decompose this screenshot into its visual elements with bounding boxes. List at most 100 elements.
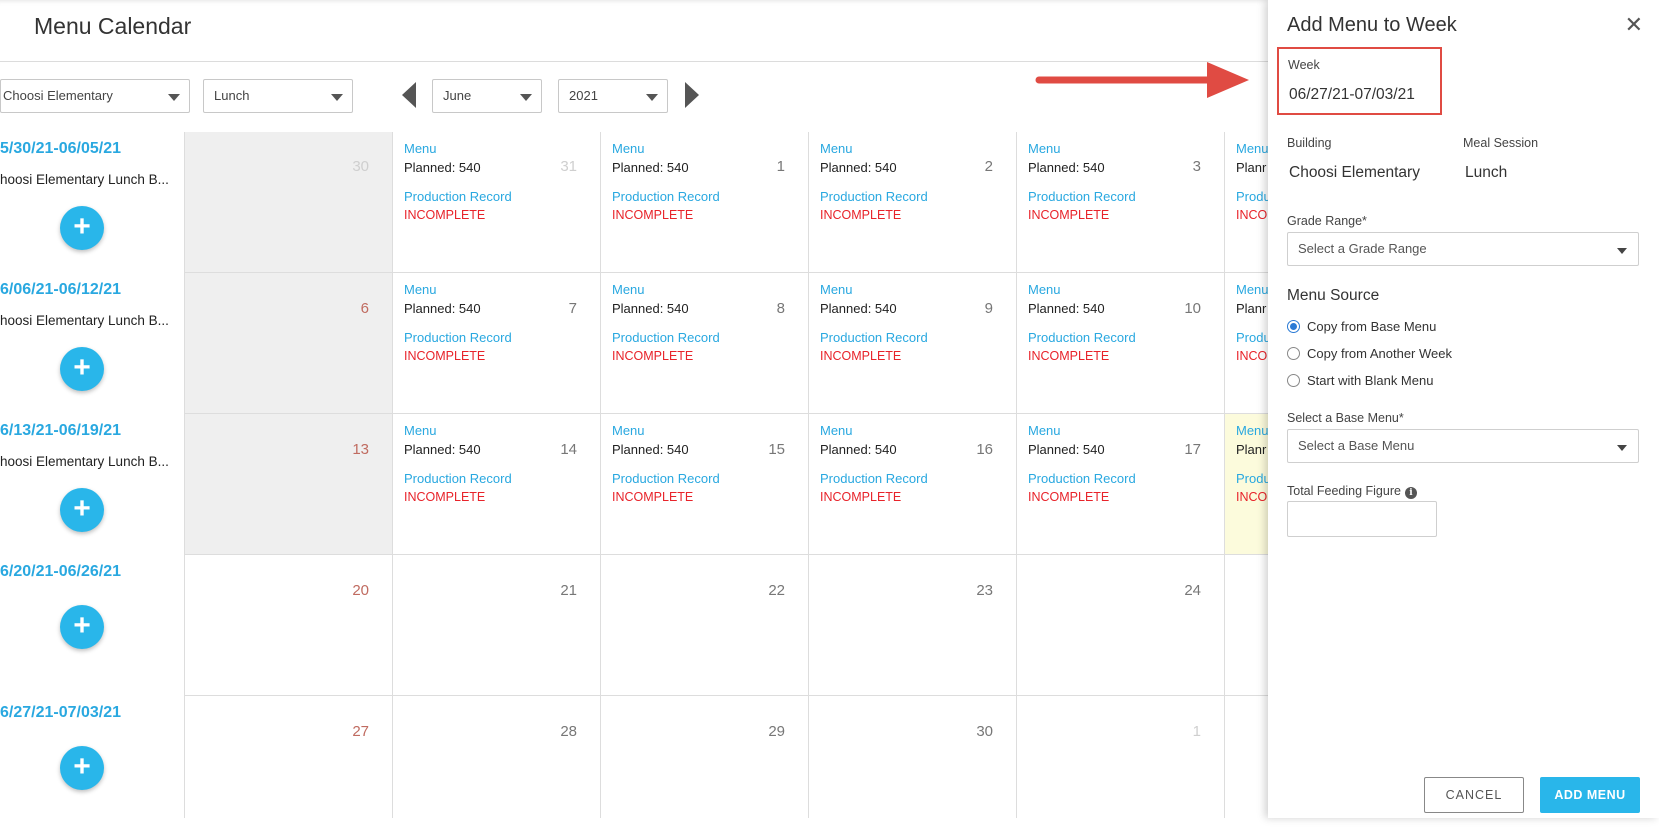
- radio-copy-base-menu[interactable]: Copy from Base Menu: [1287, 319, 1436, 334]
- status-incomplete: INCO: [1236, 208, 1268, 222]
- meal-session-select[interactable]: Lunch: [203, 79, 353, 113]
- calendar-cell[interactable]: 15 Menu Planned: 540 Production Record I…: [601, 414, 809, 555]
- calendar-cell[interactable]: 6: [185, 273, 393, 414]
- production-record-link[interactable]: Production Record: [820, 189, 928, 204]
- calendar-cell[interactable]: 30: [809, 696, 1017, 818]
- calendar-cell[interactable]: 23: [809, 555, 1017, 696]
- planned-count: Planned: 540: [820, 301, 897, 316]
- month-select[interactable]: June: [432, 79, 542, 113]
- calendar-cell[interactable]: 1: [1017, 696, 1225, 818]
- calendar-cell[interactable]: [1225, 555, 1269, 696]
- status-incomplete: INCOMPLETE: [612, 208, 694, 222]
- production-record-link[interactable]: Production Record: [404, 471, 512, 486]
- calendar-cell[interactable]: 10 Menu Planned: 540 Production Record I…: [1017, 273, 1225, 414]
- cancel-button[interactable]: CANCEL: [1424, 777, 1524, 813]
- menu-link[interactable]: Menu: [612, 141, 645, 156]
- close-icon[interactable]: ✕: [1625, 12, 1643, 38]
- calendar-cell[interactable]: 21: [393, 555, 601, 696]
- menu-link[interactable]: Menu: [820, 423, 853, 438]
- calendar-cell-today[interactable]: Menu Planr Produ INCO: [1225, 414, 1269, 555]
- menu-link[interactable]: Menu: [1028, 423, 1061, 438]
- production-record-link[interactable]: Production Record: [612, 471, 720, 486]
- radio-copy-another-week[interactable]: Copy from Another Week: [1287, 346, 1452, 361]
- radio-unselected-icon[interactable]: [1287, 347, 1300, 360]
- add-menu-button[interactable]: ADD MENU: [1540, 777, 1640, 813]
- menu-link[interactable]: Menu: [404, 423, 437, 438]
- week-label[interactable]: 5/30/21-06/05/21: [0, 140, 121, 158]
- production-record-link[interactable]: Produ: [1236, 189, 1269, 204]
- chevron-down-icon: [1617, 445, 1627, 451]
- calendar-cell[interactable]: 2 Menu Planned: 540 Production Record IN…: [809, 132, 1017, 273]
- planned-count: Planned: 540: [612, 301, 689, 316]
- production-record-link[interactable]: Production Record: [820, 471, 928, 486]
- production-record-link[interactable]: Production Record: [612, 330, 720, 345]
- add-menu-week-button[interactable]: +: [60, 605, 104, 649]
- menu-link[interactable]: Menu: [1028, 282, 1061, 297]
- calendar-cell[interactable]: 27: [185, 696, 393, 818]
- production-record-link[interactable]: Produ: [1236, 330, 1269, 345]
- calendar-cell[interactable]: Menu Planr Produ INCO: [1225, 273, 1269, 414]
- info-icon[interactable]: i: [1404, 487, 1417, 499]
- calendar-grid: 30 31 Menu Planned: 540 Production Recor…: [184, 132, 1269, 818]
- calendar-cell[interactable]: Menu Planr Produ INCO: [1225, 132, 1269, 273]
- calendar-cell[interactable]: 17 Menu Planned: 540 Production Record I…: [1017, 414, 1225, 555]
- week-menu-name[interactable]: hoosi Elementary Lunch B...: [0, 454, 169, 469]
- menu-link[interactable]: Menu: [1236, 141, 1269, 156]
- menu-link[interactable]: Menu: [612, 423, 645, 438]
- building-select[interactable]: Choosi Elementary: [0, 79, 190, 113]
- production-record-link[interactable]: Production Record: [404, 330, 512, 345]
- calendar-cell[interactable]: 20: [185, 555, 393, 696]
- calendar-cell[interactable]: 30: [185, 132, 393, 273]
- add-menu-week-button[interactable]: +: [60, 206, 104, 250]
- calendar-cell[interactable]: 9 Menu Planned: 540 Production Record IN…: [809, 273, 1017, 414]
- previous-month-icon[interactable]: [402, 82, 416, 108]
- menu-link[interactable]: Menu: [612, 282, 645, 297]
- calendar-cell[interactable]: 16 Menu Planned: 540 Production Record I…: [809, 414, 1017, 555]
- week-label[interactable]: 6/06/21-06/12/21: [0, 281, 121, 299]
- week-label[interactable]: 6/20/21-06/26/21: [0, 563, 121, 581]
- calendar-cell[interactable]: 14 Menu Planned: 540 Production Record I…: [393, 414, 601, 555]
- calendar-cell[interactable]: 8 Menu Planned: 540 Production Record IN…: [601, 273, 809, 414]
- production-record-link[interactable]: Production Record: [1028, 189, 1136, 204]
- production-record-link[interactable]: Production Record: [1028, 471, 1136, 486]
- radio-unselected-icon[interactable]: [1287, 374, 1300, 387]
- calendar-cell[interactable]: 7 Menu Planned: 540 Production Record IN…: [393, 273, 601, 414]
- radio-blank-menu[interactable]: Start with Blank Menu: [1287, 373, 1433, 388]
- menu-link[interactable]: Menu: [820, 282, 853, 297]
- menu-link[interactable]: Menu: [1236, 423, 1269, 438]
- week-label[interactable]: 6/13/21-06/19/21: [0, 422, 121, 440]
- calendar-cell[interactable]: 31 Menu Planned: 540 Production Record I…: [393, 132, 601, 273]
- week-row: 6/27/21-07/03/21 +: [0, 696, 184, 836]
- production-record-link[interactable]: Production Record: [820, 330, 928, 345]
- radio-selected-icon[interactable]: [1287, 320, 1300, 333]
- base-menu-select[interactable]: Select a Base Menu: [1287, 429, 1639, 463]
- week-label[interactable]: 6/27/21-07/03/21: [0, 704, 121, 722]
- add-menu-week-button[interactable]: +: [60, 488, 104, 532]
- production-record-link[interactable]: Production Record: [612, 189, 720, 204]
- week-menu-name[interactable]: hoosi Elementary Lunch B...: [0, 172, 169, 187]
- week-menu-name[interactable]: hoosi Elementary Lunch B...: [0, 313, 169, 328]
- production-record-link[interactable]: Production Record: [404, 189, 512, 204]
- menu-link[interactable]: Menu: [820, 141, 853, 156]
- menu-link[interactable]: Menu: [404, 282, 437, 297]
- menu-link[interactable]: Menu: [404, 141, 437, 156]
- calendar-cell[interactable]: 28: [393, 696, 601, 818]
- calendar-cell[interactable]: 3 Menu Planned: 540 Production Record IN…: [1017, 132, 1225, 273]
- next-month-icon[interactable]: [685, 82, 699, 108]
- menu-link[interactable]: Menu: [1028, 141, 1061, 156]
- add-menu-week-button[interactable]: +: [60, 746, 104, 790]
- production-record-link[interactable]: Produ: [1236, 471, 1269, 486]
- calendar-cell[interactable]: 29: [601, 696, 809, 818]
- add-menu-week-button[interactable]: +: [60, 347, 104, 391]
- day-number: 15: [768, 441, 785, 458]
- calendar-cell[interactable]: 22: [601, 555, 809, 696]
- feeding-figure-input[interactable]: [1287, 501, 1437, 537]
- menu-link[interactable]: Menu: [1236, 282, 1269, 297]
- year-select[interactable]: 2021: [558, 79, 668, 113]
- calendar-cell[interactable]: [1225, 696, 1269, 818]
- production-record-link[interactable]: Production Record: [1028, 330, 1136, 345]
- grade-range-select[interactable]: Select a Grade Range: [1287, 232, 1639, 266]
- calendar-cell[interactable]: 1 Menu Planned: 540 Production Record IN…: [601, 132, 809, 273]
- calendar-cell[interactable]: 24: [1017, 555, 1225, 696]
- calendar-cell[interactable]: 13: [185, 414, 393, 555]
